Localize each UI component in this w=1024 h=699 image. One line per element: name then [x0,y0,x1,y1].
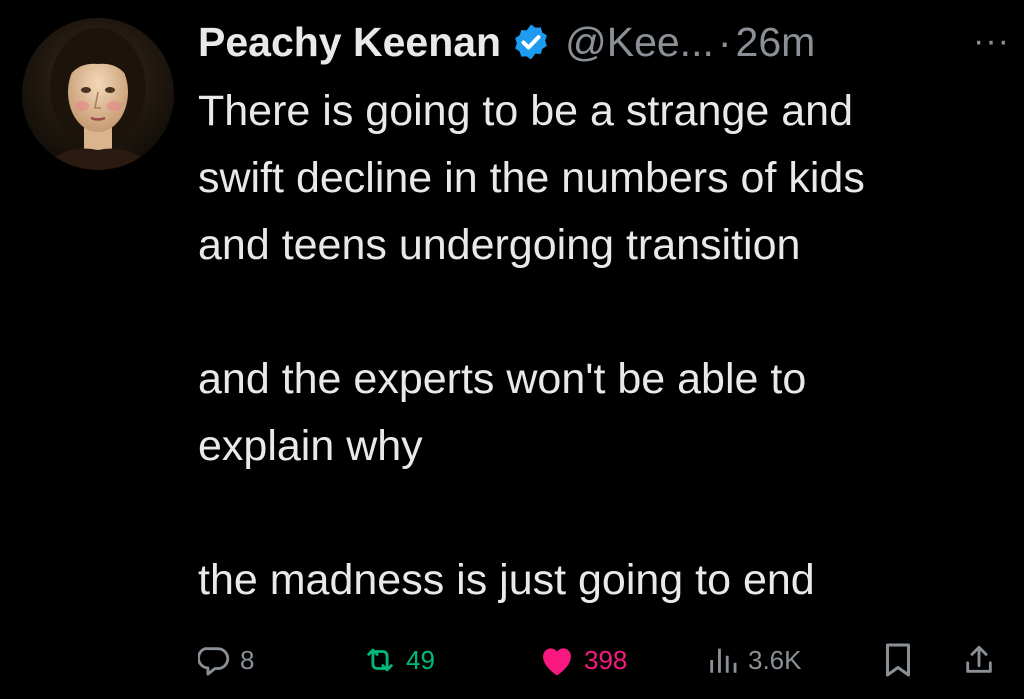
avatar[interactable] [22,18,174,170]
tweet-line: swift decline in the numbers of kids [198,154,865,202]
retweet-count: 49 [406,644,435,675]
tweet-text: There is going to be a strange and swift… [198,78,1008,614]
separator-dot: · [717,18,732,65]
tweet-line: and teens undergoing transition [198,221,801,269]
bar-chart-icon [710,648,737,673]
views-button[interactable]: 3.6K [706,638,802,682]
bookmark-button[interactable] [882,638,914,682]
verified-badge-icon [511,22,551,62]
portrait-avatar-icon [22,18,174,170]
display-name[interactable]: Peachy Keenan [198,19,501,66]
tweet: Peachy Keenan @Kee... · 26m ··· There is… [0,0,1024,699]
retweet-button[interactable]: 49 [362,638,435,682]
tweet-header: Peachy Keenan @Kee... · 26m ··· [198,16,1010,68]
retweet-arrows-icon [367,648,393,672]
reply-button[interactable]: 8 [198,638,254,682]
heart-icon [543,648,571,676]
handle[interactable]: @Kee... [565,19,714,66]
tweet-line: explain why [198,422,423,470]
more-options-button[interactable]: ··· [973,22,1010,61]
share-upload-icon [966,645,992,673]
tweet-line: There is going to be a strange and [198,87,853,135]
view-count: 3.6K [748,644,802,675]
reply-count: 8 [240,644,255,675]
like-button[interactable]: 398 [538,638,627,682]
share-button[interactable] [962,638,996,682]
action-bar: 8 49 398 3.6K [198,638,1004,682]
tweet-line: and the experts won't be able to [198,355,807,403]
like-count: 398 [584,644,628,675]
tweet-line: the madness is just going to end [198,556,815,604]
bookmark-icon [886,643,910,677]
timestamp[interactable]: 26m [736,19,816,66]
speech-bubble-icon [198,647,230,676]
